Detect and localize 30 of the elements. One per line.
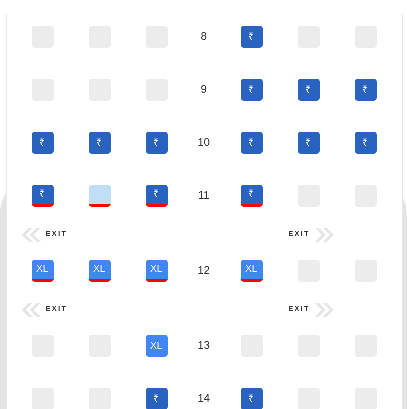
row-number: 8 bbox=[200, 30, 208, 45]
row-number: 12 bbox=[198, 264, 210, 279]
seat[interactable]: ₹ bbox=[298, 132, 320, 154]
row-number: 11 bbox=[198, 188, 210, 204]
seat[interactable]: XL bbox=[240, 260, 262, 282]
seat[interactable] bbox=[88, 185, 110, 207]
seat[interactable]: ₹ bbox=[146, 388, 168, 409]
seat[interactable]: ₹ bbox=[354, 132, 376, 154]
seat[interactable]: ₹ bbox=[240, 79, 262, 101]
seat[interactable]: ₹ bbox=[354, 79, 376, 101]
seat[interactable]: ₹ bbox=[298, 79, 320, 101]
seat[interactable]: XL bbox=[146, 260, 168, 282]
seat[interactable]: ₹ bbox=[146, 132, 168, 154]
row-number: 14 bbox=[198, 392, 210, 407]
seat[interactable]: ₹ bbox=[88, 132, 110, 154]
row-number: 13 bbox=[198, 338, 210, 354]
row-number: 9 bbox=[200, 82, 208, 98]
seat[interactable]: XL bbox=[32, 260, 54, 282]
chevron-left-icon bbox=[20, 228, 42, 242]
seat[interactable]: XL bbox=[88, 260, 110, 282]
seat[interactable]: ₹ bbox=[240, 388, 262, 409]
seat[interactable]: XL bbox=[146, 335, 168, 357]
seat[interactable]: ₹ bbox=[32, 132, 54, 154]
seat[interactable]: ₹ bbox=[240, 132, 262, 154]
row-number: 10 bbox=[198, 136, 210, 151]
seat[interactable]: ₹ bbox=[146, 185, 168, 207]
seat[interactable]: ₹ bbox=[240, 185, 262, 207]
chevron-left-icon bbox=[20, 303, 42, 317]
seat[interactable]: ₹ bbox=[32, 185, 54, 207]
seat[interactable]: ₹ bbox=[240, 26, 262, 48]
